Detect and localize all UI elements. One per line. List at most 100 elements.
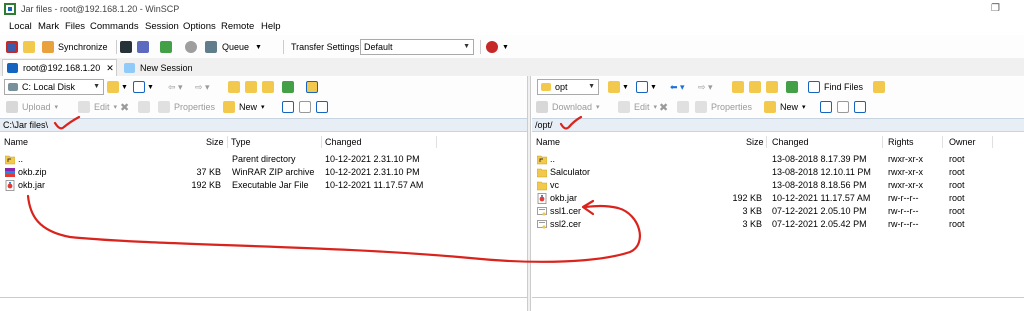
menu-options[interactable]: Options xyxy=(183,21,216,32)
preferences-button[interactable] xyxy=(185,38,197,56)
menu-remote[interactable]: Remote xyxy=(221,21,254,32)
synchronize-button[interactable]: Synchronize xyxy=(42,38,108,56)
local-path-bar[interactable]: C:\Jar files\ xyxy=(0,118,527,132)
local-forward-button[interactable]: ⇨ ▾ xyxy=(195,78,210,96)
refresh-session-button[interactable] xyxy=(160,38,172,56)
compare-directories-button[interactable] xyxy=(6,38,18,56)
restore-window-icon[interactable]: ❐ xyxy=(991,3,1011,15)
properties-icon xyxy=(695,101,707,113)
remote-rename-button[interactable] xyxy=(677,98,689,116)
remote-folder-select[interactable]: opt ▼ xyxy=(537,79,599,95)
remote-properties-button[interactable]: Properties xyxy=(695,98,752,116)
file-owner: root xyxy=(949,167,965,177)
tab-session-label: root@192.168.1.20 xyxy=(23,63,101,73)
putty-button[interactable] xyxy=(137,38,149,56)
local-col-type[interactable]: Type xyxy=(231,134,251,150)
file-row[interactable]: ssl1.cer 3 KB 07-12-2021 2.05.10 PM rw-r--r… xyxy=(532,205,1024,218)
local-edit-button[interactable]: Edit ▾ xyxy=(78,98,117,116)
remote-col-rights[interactable]: Rights xyxy=(888,134,914,150)
file-owner: root xyxy=(949,154,965,164)
file-name: .. xyxy=(18,154,24,164)
local-parent-dir-button[interactable] xyxy=(228,78,240,96)
remote-delete-button[interactable]: ✖ xyxy=(659,98,668,116)
local-rename-button[interactable] xyxy=(138,98,150,116)
remote-unselect-button[interactable] xyxy=(837,98,849,116)
transfer-options-button[interactable]: ▼ xyxy=(486,38,509,56)
upload-button[interactable]: Upload ▾ xyxy=(6,98,58,116)
remote-select-all-button[interactable] xyxy=(820,98,832,116)
console-button[interactable] xyxy=(120,38,132,56)
remote-filter-select-button[interactable] xyxy=(854,98,866,116)
remote-col-name[interactable]: Name xyxy=(536,134,560,150)
local-col-size[interactable]: Size xyxy=(206,134,224,150)
find-icon xyxy=(808,81,820,93)
download-button[interactable]: Download ▾ xyxy=(536,98,600,116)
menu-local[interactable]: Local xyxy=(9,21,32,32)
local-unselect-button[interactable] xyxy=(299,98,311,116)
remote-root-dir-button[interactable] xyxy=(749,78,761,96)
sync-browse-button[interactable] xyxy=(23,38,35,56)
filter-icon xyxy=(636,81,648,93)
local-root-dir-button[interactable] xyxy=(245,78,257,96)
remote-col-size[interactable]: Size xyxy=(746,134,764,150)
remote-col-owner[interactable]: Owner xyxy=(949,134,976,150)
menu-bar: Local Mark Files Commands Session Option… xyxy=(0,18,1024,35)
local-filter-button[interactable]: ▼ xyxy=(133,78,154,96)
local-delete-button[interactable]: ✖ xyxy=(120,98,129,116)
remote-col-changed[interactable]: Changed xyxy=(772,134,809,150)
edit-icon xyxy=(78,101,90,113)
local-select-all-button[interactable] xyxy=(282,98,294,116)
local-find-button[interactable] xyxy=(306,78,318,96)
remote-edit-button[interactable]: Edit ▾ xyxy=(618,98,657,116)
remote-path-bar[interactable]: /opt/ xyxy=(532,118,1024,132)
remote-tree-button[interactable] xyxy=(873,78,885,96)
menu-help[interactable]: Help xyxy=(261,21,281,32)
file-row[interactable]: vc 13-08-2018 8.18.56 PM rwxr-xr-x root xyxy=(532,179,1024,192)
local-properties-button[interactable]: Properties xyxy=(158,98,215,116)
local-new-button[interactable]: New ▾ xyxy=(223,98,265,116)
transfer-settings-select[interactable]: Default ▼ xyxy=(360,39,474,55)
remote-open-folder-button[interactable]: ▼ xyxy=(608,78,629,96)
local-refresh-button[interactable] xyxy=(282,78,294,96)
main-toolbar: Synchronize Queue ▼ Transfer Settings Def… xyxy=(0,35,1024,58)
column-separator xyxy=(882,136,883,148)
close-icon[interactable]: ✕ xyxy=(106,63,114,74)
window-title: Jar files - root@192.168.1.20 - WinSCP xyxy=(21,4,180,14)
winscp-app-icon xyxy=(4,3,16,15)
local-back-button[interactable]: ⇦ ▾ xyxy=(168,78,183,96)
local-filter-select-button[interactable] xyxy=(316,98,328,116)
remote-home-dir-button[interactable] xyxy=(766,78,778,96)
file-changed: 07-12-2021 2.05.42 PM xyxy=(772,219,867,229)
local-open-folder-button[interactable]: ▼ xyxy=(107,78,128,96)
local-home-dir-button[interactable] xyxy=(262,78,274,96)
file-row[interactable]: Salculator 13-08-2018 12.10.11 PM rwxr-xr-… xyxy=(532,166,1024,179)
remote-parent-dir-button[interactable] xyxy=(732,78,744,96)
filter-icon xyxy=(133,81,145,93)
file-row[interactable]: .. Parent directory 10-12-2021 2.31.10 PM xyxy=(0,153,527,166)
remote-file-list[interactable]: Name Size Changed Rights Owner .. 13-08-2… xyxy=(532,134,1024,297)
remote-refresh-button[interactable] xyxy=(786,78,798,96)
file-row[interactable]: okb.jar 192 KB 10-12-2021 11.17.57 AM rw-r-… xyxy=(532,192,1024,205)
find-files-button[interactable]: Find Files xyxy=(808,78,863,96)
parent-dir-icon xyxy=(536,154,548,165)
file-row[interactable]: okb.zip 37 KB WinRAR ZIP archive 10-12-2021… xyxy=(0,166,527,179)
local-col-changed[interactable]: Changed xyxy=(325,134,362,150)
menu-commands[interactable]: Commands xyxy=(90,21,139,32)
remote-back-button[interactable]: ⬅ ▾ xyxy=(670,78,685,96)
menu-mark[interactable]: Mark xyxy=(38,21,59,32)
menu-files[interactable]: Files xyxy=(65,21,85,32)
queue-button[interactable]: Queue ▼ xyxy=(205,38,262,56)
panel-splitter[interactable] xyxy=(527,76,531,311)
remote-filter-button[interactable]: ▼ xyxy=(636,78,657,96)
file-row[interactable]: ssl2.cer 3 KB 07-12-2021 2.05.42 PM rw-r--r… xyxy=(532,218,1024,231)
local-drive-select[interactable]: C: Local Disk ▼ xyxy=(4,79,104,95)
remote-new-button[interactable]: New ▾ xyxy=(764,98,806,116)
local-col-name[interactable]: Name xyxy=(4,134,28,150)
menu-session[interactable]: Session xyxy=(145,21,179,32)
remote-forward-button[interactable]: ⇨ ▾ xyxy=(698,78,713,96)
file-row[interactable]: .. 13-08-2018 8.17.39 PM rwxr-xr-x root xyxy=(532,153,1024,166)
tab-session[interactable]: root@192.168.1.20 ✕ xyxy=(2,59,117,76)
tab-new-session[interactable]: New Session xyxy=(120,59,200,76)
file-row[interactable]: okb.jar 192 KB Executable Jar File 10-12-20… xyxy=(0,179,527,192)
local-file-list[interactable]: Name Size Type Changed .. Parent director… xyxy=(0,134,527,297)
